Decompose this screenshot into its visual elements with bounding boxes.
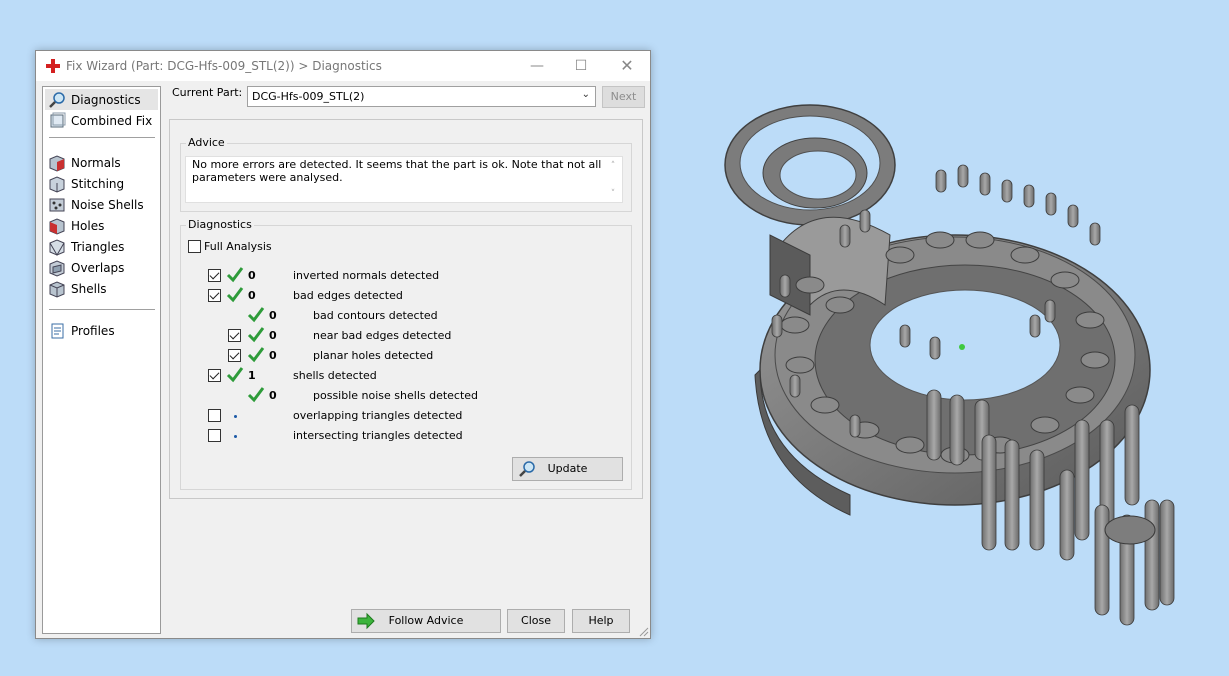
main-panel: Advice No more errors are detected. It s… (169, 119, 643, 499)
current-part-value: DCG-Hfs-009_STL(2) (252, 90, 365, 103)
sidebar-item-label: Overlaps (71, 260, 125, 275)
advice-text: No more errors are detected. It seems th… (192, 158, 602, 184)
triangles-icon (49, 238, 65, 256)
sidebar-item-label: Noise Shells (71, 197, 144, 212)
sidebar-item-overlaps[interactable]: Overlaps (45, 257, 158, 278)
advice-textbox[interactable]: No more errors are detected. It seems th… (185, 156, 623, 203)
current-part-select[interactable]: DCG-Hfs-009_STL(2) ⌄ (247, 86, 596, 107)
diag-label: intersecting triangles detected (293, 429, 463, 442)
diag-count: 0 (269, 349, 277, 362)
holes-icon (49, 217, 65, 235)
maximize-button[interactable]: ☐ (558, 51, 604, 81)
inverted-normals-checkbox[interactable] (208, 269, 221, 282)
planar-holes-checkbox[interactable] (228, 349, 241, 362)
check-icon (226, 267, 244, 283)
diag-label: overlapping triangles detected (293, 409, 463, 422)
diag-count: 0 (269, 389, 277, 402)
update-label: Update (547, 462, 588, 475)
advice-group: Advice No more errors are detected. It s… (180, 136, 632, 212)
pending-dot-icon (234, 415, 237, 418)
arrow-right-icon (357, 612, 375, 630)
diag-label: shells detected (293, 369, 377, 382)
full-analysis-label: Full Analysis (204, 240, 272, 253)
resize-grip-icon[interactable] (639, 627, 649, 637)
sidebar-item-triangles[interactable]: Triangles (45, 236, 158, 257)
sidebar-item-label: Combined Fix (71, 113, 153, 128)
pending-dot-icon (234, 435, 237, 438)
current-part-label: Current Part: (172, 86, 243, 99)
normals-icon (49, 154, 65, 172)
diag-count: 0 (269, 309, 277, 322)
follow-advice-label: Follow Advice (388, 614, 464, 627)
intersecting-triangles-checkbox[interactable] (208, 429, 221, 442)
near-bad-edges-checkbox[interactable] (228, 329, 241, 342)
window-title: Fix Wizard (Part: DCG-Hfs-009_STL(2)) > … (66, 59, 382, 73)
sidebar: Diagnostics Combined Fix Normals Stitchi… (42, 86, 161, 634)
diag-count: 0 (269, 329, 277, 342)
diag-label: planar holes detected (313, 349, 434, 362)
shells-checkbox[interactable] (208, 369, 221, 382)
combined-fix-icon (50, 112, 66, 127)
minimize-button[interactable]: — (514, 51, 560, 81)
chevron-down-icon[interactable]: ⌄ (582, 89, 590, 100)
profiles-icon (51, 323, 64, 338)
diagnostics-group: Diagnostics Full Analysis 0 inverted nor… (180, 218, 632, 490)
3d-model-render[interactable] (700, 75, 1200, 655)
sidebar-item-diagnostics[interactable]: Diagnostics (45, 89, 158, 110)
help-button[interactable]: Help (572, 609, 630, 633)
sidebar-item-label: Profiles (71, 323, 115, 338)
check-icon (247, 347, 265, 363)
overlaps-icon (49, 259, 65, 277)
check-icon (226, 287, 244, 303)
next-button[interactable]: Next (602, 86, 645, 108)
bad-edges-checkbox[interactable] (208, 289, 221, 302)
diag-label: possible noise shells detected (313, 389, 479, 402)
check-icon (226, 367, 244, 383)
shells-icon (49, 280, 65, 298)
title-bar[interactable]: Fix Wizard (Part: DCG-Hfs-009_STL(2)) > … (36, 51, 650, 81)
sidebar-divider (49, 137, 155, 138)
sidebar-item-label: Diagnostics (71, 92, 141, 107)
diag-label: bad contours detected (313, 309, 438, 322)
sidebar-item-label: Normals (71, 155, 121, 170)
sidebar-divider (49, 309, 155, 310)
diagnostics-title: Diagnostics (186, 218, 254, 231)
full-analysis-checkbox[interactable] (188, 240, 201, 253)
sidebar-item-label: Holes (71, 218, 105, 233)
check-icon (247, 327, 265, 343)
sidebar-item-stitching[interactable]: Stitching (45, 173, 158, 194)
sidebar-item-profiles[interactable]: Profiles (45, 320, 158, 341)
update-button[interactable]: Update (512, 457, 623, 481)
diag-label: bad edges detected (293, 289, 403, 302)
advice-scrollbar[interactable]: ˄ ˅ (607, 159, 619, 201)
diag-count: 1 (248, 369, 256, 382)
fix-wizard-dialog: Fix Wizard (Part: DCG-Hfs-009_STL(2)) > … (35, 50, 651, 639)
magnifier-icon (49, 91, 65, 108)
advice-title: Advice (186, 136, 227, 149)
sidebar-item-combined-fix[interactable]: Combined Fix (45, 110, 158, 131)
check-icon (247, 387, 265, 403)
sidebar-item-normals[interactable]: Normals (45, 152, 158, 173)
sidebar-item-shells[interactable]: Shells (45, 278, 158, 299)
diag-label: near bad edges detected (313, 329, 452, 342)
stitching-icon (49, 175, 65, 193)
close-button[interactable]: Close (507, 609, 565, 633)
noise-shells-icon (49, 198, 65, 211)
diag-count: 0 (248, 289, 256, 302)
diag-count: 0 (248, 269, 256, 282)
app-cross-icon (46, 59, 60, 73)
sidebar-item-holes[interactable]: Holes (45, 215, 158, 236)
sidebar-item-label: Stitching (71, 176, 125, 191)
diag-label: inverted normals detected (293, 269, 440, 282)
check-icon (247, 307, 265, 323)
sidebar-item-label: Triangles (71, 239, 125, 254)
magnifier-icon (519, 461, 535, 477)
close-window-button[interactable]: ✕ (604, 51, 650, 81)
follow-advice-button[interactable]: Follow Advice (351, 609, 501, 633)
sidebar-item-noise-shells[interactable]: Noise Shells (45, 194, 158, 215)
overlapping-triangles-checkbox[interactable] (208, 409, 221, 422)
sidebar-item-label: Shells (71, 281, 107, 296)
